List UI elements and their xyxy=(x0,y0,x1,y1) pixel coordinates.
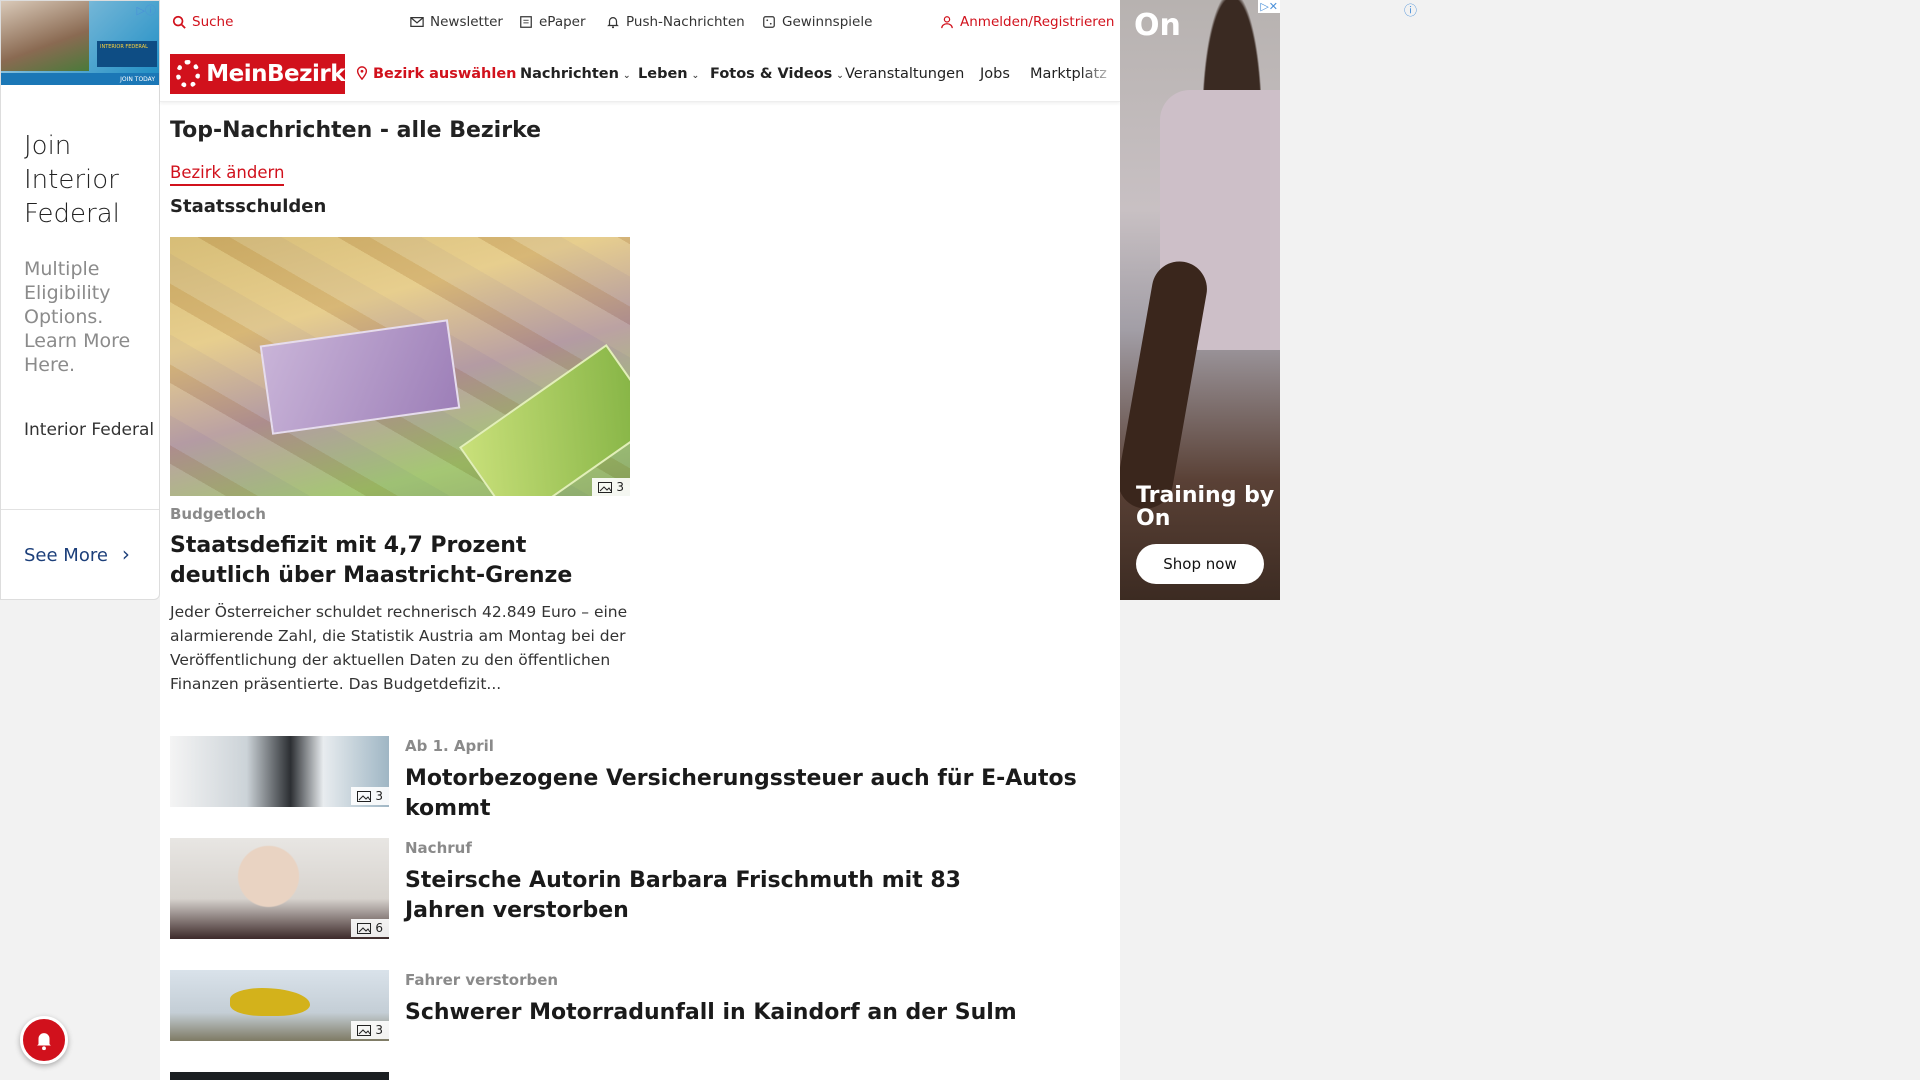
hero-teaser[interactable]: Jeder Österreicher schuldet rechnerisch … xyxy=(170,600,630,696)
shop-now-button[interactable]: Shop now xyxy=(1136,544,1264,584)
ad-model-arm xyxy=(1120,257,1212,513)
photo-count-badge: 6 xyxy=(351,919,389,937)
article-thumbnail[interactable]: 6 xyxy=(170,838,389,939)
banknote-500 xyxy=(259,319,461,435)
image-icon xyxy=(357,790,372,802)
page-title: Top-Nachrichten - alle Bezirke xyxy=(170,118,542,143)
notification-bell-button[interactable] xyxy=(20,1016,68,1064)
article-headline[interactable]: Motorbezogene Versicherungssteuer auch f… xyxy=(405,764,1115,824)
nav-item-media-label: Fotos & Videos xyxy=(710,66,833,82)
photo-count-badge: 3 xyxy=(351,787,389,805)
ad-see-more-button[interactable]: See More › xyxy=(24,542,130,566)
epaper-label: ePaper xyxy=(539,14,586,30)
top-utility-bar: Suche Newsletter ePaper Push-Nachrichten… xyxy=(160,0,1120,46)
left-ad-skyscraper[interactable]: INTERIOR FEDERAL JOIN TODAY ▷ⓘ Join Inte… xyxy=(0,0,160,600)
photo-count: 3 xyxy=(616,480,624,494)
push-label: Push-Nachrichten xyxy=(626,14,745,30)
logo-text: MeinBezirk xyxy=(206,61,345,87)
on-logo: On xyxy=(1134,8,1181,43)
image-icon xyxy=(357,922,372,934)
ad-headline[interactable]: Join Interior Federal xyxy=(24,129,159,231)
hero-kicker: Budgetloch xyxy=(170,505,266,523)
epaper-link[interactable]: ePaper xyxy=(519,14,586,30)
nav-item-events[interactable]: Veranstaltungen xyxy=(845,66,964,82)
chevron-down-icon: ⌄ xyxy=(622,71,631,81)
bell-icon xyxy=(37,1033,51,1051)
article-thumbnail[interactable] xyxy=(170,1072,389,1080)
change-district-link[interactable]: Bezirk ändern xyxy=(170,163,285,186)
search-link[interactable]: Suche xyxy=(172,14,233,30)
info-icon[interactable]: ⓘ xyxy=(1404,0,1417,19)
site-logo[interactable]: MeinBezirk xyxy=(170,54,345,94)
mail-icon xyxy=(410,17,424,27)
photo-count-badge: 3 xyxy=(592,478,630,496)
article-kicker: Ab 1. April xyxy=(405,737,494,755)
hero-image[interactable]: 3 xyxy=(170,237,630,496)
search-label: Suche xyxy=(192,14,234,30)
photo-count: 6 xyxy=(375,921,383,935)
banknote-100 xyxy=(459,343,630,496)
ad-see-more-label: See More xyxy=(24,545,108,566)
photo-count: 3 xyxy=(375,1023,383,1037)
ad-divider xyxy=(1,509,159,510)
photo-count-badge: 3 xyxy=(351,1021,389,1039)
hero-headline[interactable]: Staatsdefizit mit 4,7 Prozent deutlich ü… xyxy=(170,531,630,591)
nav-item-news-label: Nachrichten xyxy=(520,66,619,82)
chevron-down-icon: ⌄ xyxy=(691,71,700,81)
article-kicker: Nachruf xyxy=(405,839,472,857)
search-icon xyxy=(172,15,186,29)
image-icon xyxy=(357,1024,372,1036)
district-label: Bezirk auswählen xyxy=(373,66,517,82)
login-label: Anmelden/Registrieren xyxy=(960,14,1115,30)
article-thumbnail[interactable]: 3 xyxy=(170,736,389,807)
logo-gear-icon xyxy=(176,60,201,88)
gift-icon xyxy=(763,16,775,28)
main-column: Suche Newsletter ePaper Push-Nachrichten… xyxy=(160,0,1120,1080)
ad-photo xyxy=(1,1,89,71)
nav-item-jobs[interactable]: Jobs xyxy=(980,66,1010,82)
ad-banner-image[interactable]: INTERIOR FEDERAL JOIN TODAY ▷ⓘ xyxy=(1,1,159,85)
ad-brand[interactable]: Interior Federal xyxy=(24,419,159,442)
right-ad-skyscraper[interactable]: On ▷✕ Training by On Shop now xyxy=(1120,0,1280,600)
main-navigation: MeinBezirk Bezirk auswählen Nachrichten ⌄… xyxy=(160,48,1120,102)
nav-item-news[interactable]: Nachrichten ⌄ xyxy=(520,66,631,82)
nav-item-life-label: Leben xyxy=(638,66,688,82)
article-headline[interactable]: Schwerer Motorradunfall in Kaindorf an d… xyxy=(405,998,1115,1028)
article-thumbnail[interactable]: 3 xyxy=(170,970,389,1041)
ad-banner-cta: JOIN TODAY xyxy=(120,76,155,83)
nav-fade xyxy=(1080,48,1120,100)
user-icon xyxy=(941,16,953,29)
helicopter-shape xyxy=(230,988,310,1016)
ad-choices-icon[interactable]: ▷✕ xyxy=(1258,0,1280,13)
map-pin-icon xyxy=(356,66,368,80)
ad-claim: Training by On xyxy=(1136,483,1275,531)
push-link[interactable]: Push-Nachrichten xyxy=(606,14,745,30)
chevron-right-icon: › xyxy=(121,542,130,566)
newspaper-icon xyxy=(520,16,532,28)
contests-label: Gewinnspiele xyxy=(782,14,873,30)
ad-banner-tag: INTERIOR FEDERAL xyxy=(97,41,157,67)
nav-item-life[interactable]: Leben ⌄ xyxy=(638,66,699,82)
photo-count: 3 xyxy=(375,789,383,803)
section-title: Staatsschulden xyxy=(170,196,327,217)
district-selector[interactable]: Bezirk auswählen xyxy=(355,66,517,82)
newsletter-label: Newsletter xyxy=(430,14,503,30)
contests-link[interactable]: Gewinnspiele xyxy=(762,14,872,30)
bell-icon xyxy=(607,17,619,29)
login-link[interactable]: Anmelden/Registrieren xyxy=(940,14,1114,30)
article-headline[interactable]: Steirsche Autorin Barbara Frischmuth mit… xyxy=(405,866,1005,926)
nav-item-media[interactable]: Fotos & Videos ⌄ xyxy=(710,66,844,82)
ad-choices-icon[interactable]: ▷ⓘ xyxy=(137,2,156,18)
chevron-down-icon: ⌄ xyxy=(836,71,844,81)
ad-body[interactable]: Multiple Eligibility Options. Learn More… xyxy=(24,257,159,377)
article-kicker: Fahrer verstorben xyxy=(405,971,559,989)
newsletter-link[interactable]: Newsletter xyxy=(410,14,503,30)
image-icon xyxy=(598,481,613,493)
